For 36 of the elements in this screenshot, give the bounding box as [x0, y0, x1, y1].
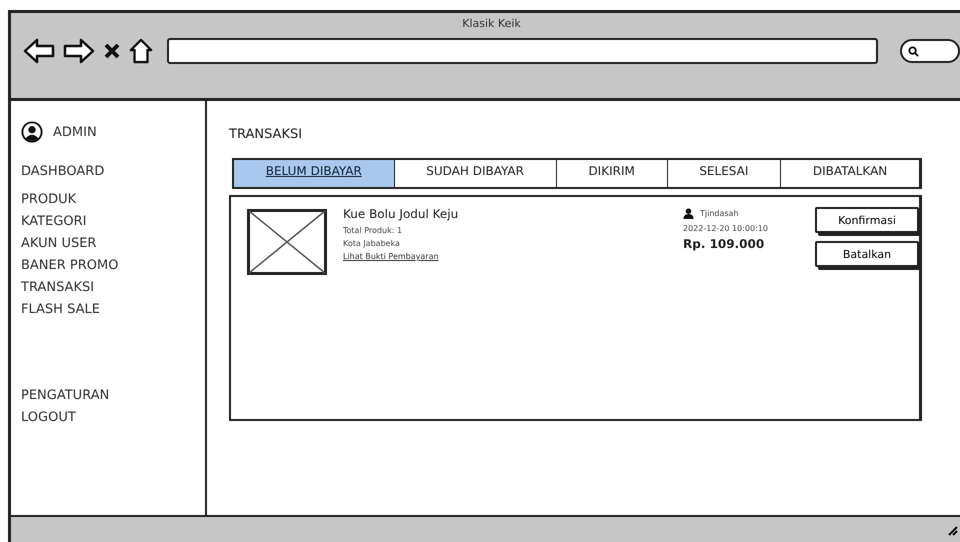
search-field[interactable]: [900, 39, 960, 63]
city-text: Kota Jababeka: [343, 238, 401, 250]
user-avatar-icon: [21, 121, 43, 143]
search-icon: [908, 46, 919, 56]
product-total: Total Produk: 1: [343, 225, 404, 237]
sidebar-item[interactable]: KATEGORI: [21, 211, 205, 233]
sidebar-item[interactable]: FLASH SALE: [21, 299, 205, 321]
user-name: ADMIN: [53, 124, 97, 140]
order-price: Rp. 109.000: [683, 237, 766, 251]
tab[interactable]: DIBATALKAN: [781, 160, 919, 187]
forward-icon[interactable]: [63, 38, 95, 64]
home-icon[interactable]: [129, 38, 153, 64]
product-name: Kue Bolu Jodul Keju: [343, 207, 460, 221]
sidebar-item[interactable]: BANER PROMO: [21, 255, 205, 277]
sidebar-item[interactable]: PRODUK: [21, 189, 205, 211]
tab[interactable]: SUDAH DIBAYAR: [394, 160, 557, 187]
tab[interactable]: BELUM DIBAYAR: [234, 160, 395, 187]
address-field[interactable]: [167, 38, 878, 64]
sidebar-item[interactable]: DASHBOARD: [21, 161, 205, 183]
sidebar-item[interactable]: AKUN USER: [21, 233, 205, 255]
sidebar-item[interactable]: PENGATURAN: [21, 385, 205, 407]
resize-grip-icon[interactable]: [946, 524, 958, 536]
tab[interactable]: SELESAI: [668, 160, 782, 187]
tab[interactable]: DIKIRIM: [556, 160, 668, 187]
customer-name: Tjindasah: [700, 208, 739, 220]
action-button[interactable]: Konfirmasi: [815, 207, 919, 233]
sidebar-item[interactable]: LOGOUT: [21, 407, 205, 429]
sidebar-item[interactable]: TRANSAKSI: [21, 277, 205, 299]
close-icon[interactable]: [103, 42, 121, 60]
page-title: TRANSAKSI: [229, 127, 304, 142]
person-icon: [683, 208, 694, 219]
back-icon[interactable]: [23, 38, 55, 64]
window-title: Klasik Keik: [461, 17, 522, 30]
action-button[interactable]: Batalkan: [815, 241, 919, 267]
proof-link[interactable]: Lihat Bukti Pembayaran: [343, 250, 683, 263]
order-datetime: 2022-12-20 10:00:10: [683, 223, 769, 235]
